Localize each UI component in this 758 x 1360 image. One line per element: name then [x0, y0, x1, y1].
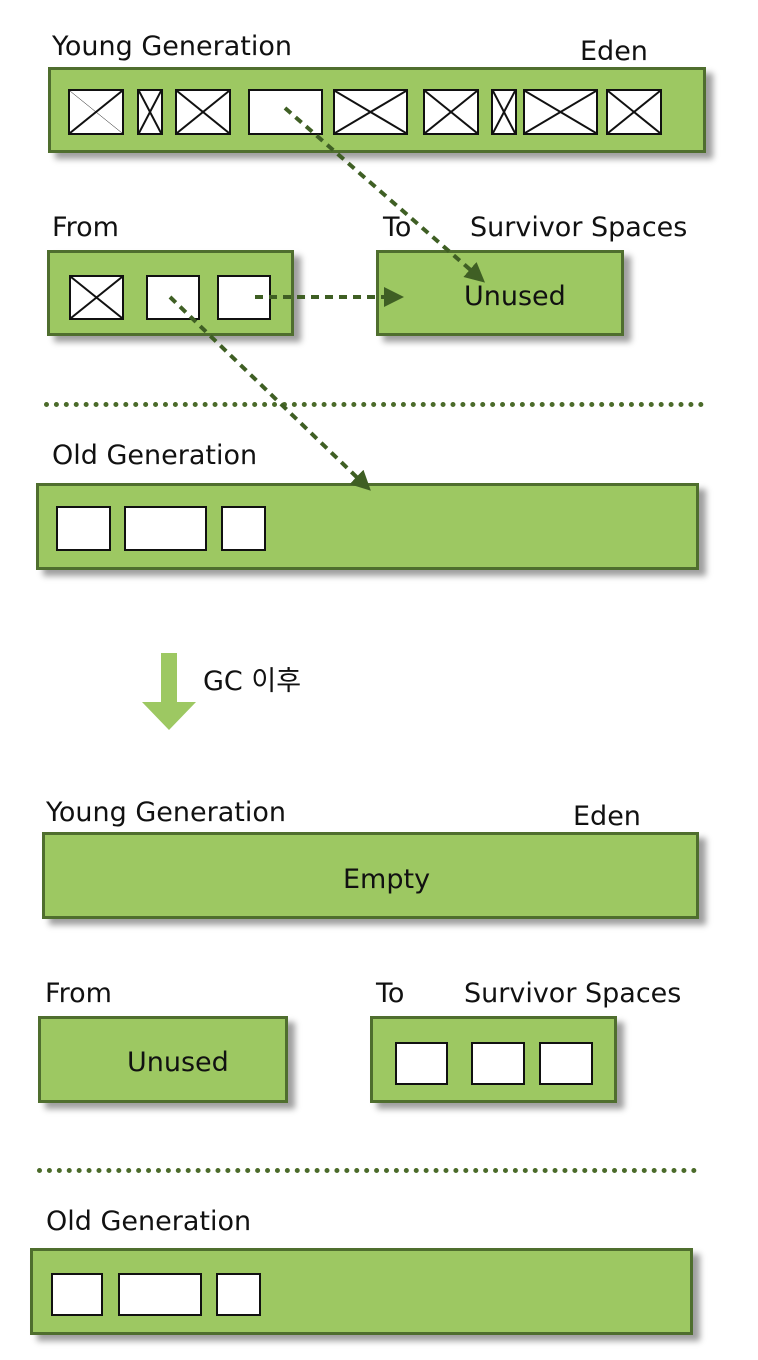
empty-text: Empty	[343, 864, 431, 895]
eden-label-after: Eden	[573, 801, 641, 832]
from-space-after: Unused	[38, 1016, 288, 1103]
after-gc-label: GC 이후	[203, 666, 302, 697]
young-generation-label: Young Generation	[52, 31, 292, 62]
dead-object	[68, 89, 124, 135]
dead-object	[523, 89, 598, 135]
live-object	[217, 275, 271, 320]
survivor-spaces-label: Survivor Spaces	[470, 212, 688, 243]
unused-text: Unused	[464, 281, 566, 312]
live-object	[248, 89, 323, 135]
survived-object	[395, 1042, 448, 1085]
dead-object	[333, 89, 408, 135]
generation-divider	[44, 402, 704, 407]
move-arrows	[168, 106, 486, 491]
young-generation-label-after: Young Generation	[46, 797, 286, 828]
from-space-before	[47, 250, 294, 336]
survivor-spaces-label-after: Survivor Spaces	[464, 978, 682, 1009]
to-label-after: To	[376, 978, 405, 1009]
to-space-before: Unused	[376, 250, 624, 336]
dead-object	[491, 89, 517, 135]
tenured-object	[216, 1273, 261, 1316]
old-generation-before	[36, 483, 699, 570]
eden-space-before	[48, 67, 706, 153]
live-object	[146, 275, 200, 320]
eden-space-after: Empty	[42, 832, 699, 919]
eden-label: Eden	[580, 36, 648, 67]
old-generation-after	[30, 1248, 693, 1335]
generation-divider-after	[37, 1168, 697, 1173]
from-label-after: From	[45, 978, 112, 1009]
to-space-after	[370, 1016, 617, 1103]
dead-object	[137, 89, 163, 135]
dead-object	[175, 89, 231, 135]
tenured-object	[118, 1273, 202, 1316]
tenured-object	[56, 506, 111, 551]
dead-object	[69, 275, 124, 320]
from-label: From	[52, 212, 119, 243]
down-arrow-icon	[142, 653, 196, 730]
survived-object	[471, 1042, 525, 1085]
tenured-object	[221, 506, 266, 551]
to-label: To	[383, 212, 412, 243]
old-generation-label-after: Old Generation	[46, 1206, 252, 1237]
old-generation-label: Old Generation	[52, 440, 258, 471]
dead-object	[423, 89, 479, 135]
unused-text-after: Unused	[127, 1047, 229, 1078]
survived-object	[539, 1042, 593, 1085]
tenured-object	[124, 506, 207, 551]
dead-object	[606, 89, 662, 135]
tenured-object	[51, 1273, 103, 1316]
